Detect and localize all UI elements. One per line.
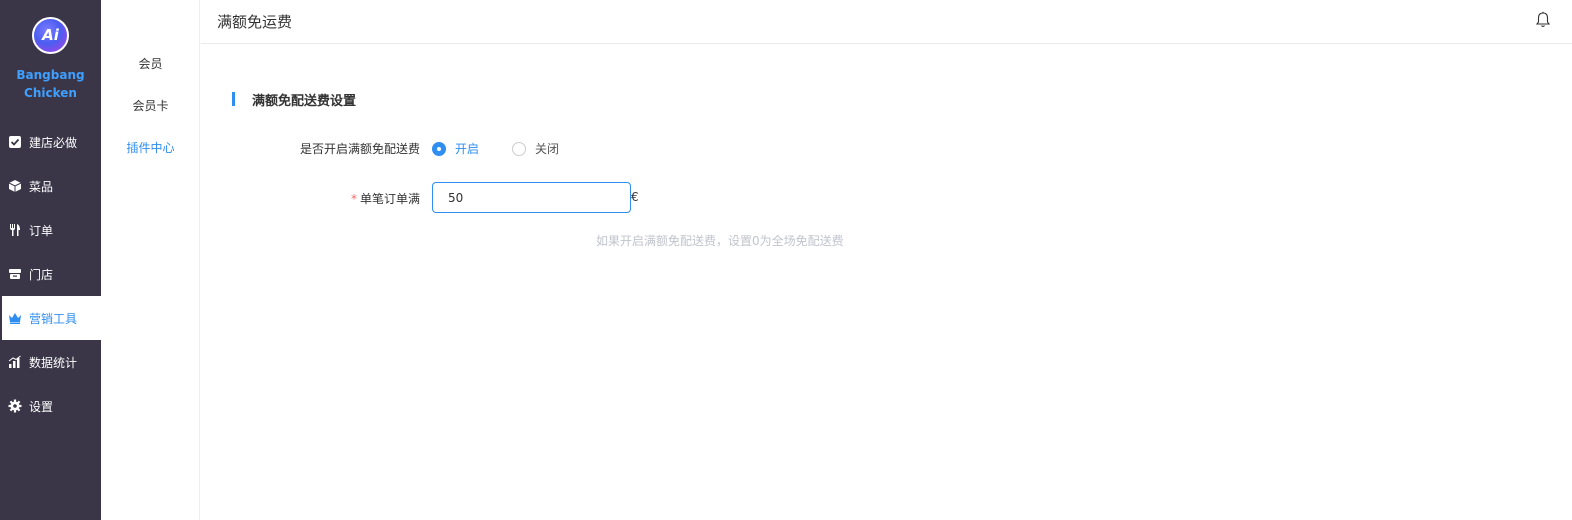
hint-text: 如果开启满额免配送费，设置0为全场免配送费 [596,234,844,248]
radio-enable-label: 开启 [455,142,480,156]
nav-item-marketing[interactable]: 营销工具 [2,296,101,340]
store-icon [8,267,22,281]
nav-item-dishes[interactable]: 菜品 [0,164,101,208]
threshold-label-wrap: * 单笔订单满 [300,190,420,207]
section-title-text: 满额免配送费设置 [252,93,357,109]
currency-symbol: € [631,190,639,204]
section-title: 满额免配送费设置 [232,91,357,109]
nav-item-settings[interactable]: 设置 [0,384,101,428]
gear-icon [8,399,22,413]
nav-item-store-setup[interactable]: 建店必做 [0,120,101,164]
radio-disable-label: 关闭 [535,142,560,156]
enable-label: 是否开启满额免配送费 [299,142,420,156]
nav-item-label: 建店必做 [29,135,78,150]
sub-menu: 会员 会员卡 插件中心 [101,0,200,520]
page-title: 满额免运费 [217,13,293,31]
sub-item-member-card[interactable]: 会员卡 [101,97,200,114]
checkbox-icon [8,135,22,149]
nav-item-stores[interactable]: 门店 [0,252,101,296]
nav-item-label: 菜品 [29,179,54,194]
main-nav: 建店必做 菜品 订单 门店 营销工具 数据统计 设置 [0,120,101,428]
chart-icon [8,355,22,369]
radio-enable-dot [432,141,446,156]
box-icon [8,179,22,193]
nav-item-orders[interactable]: 订单 [0,208,101,252]
nav-item-statistics[interactable]: 数据统计 [0,340,101,384]
brand-name-line1: Bangbang [16,68,85,82]
brand-name: Bangbang Chicken [0,66,101,102]
nav-item-label: 门店 [29,267,54,282]
threshold-input[interactable] [432,182,631,213]
threshold-label: 单笔订单满 [359,192,420,206]
brand-logo[interactable]: Ai [32,17,69,54]
cutlery-icon [8,223,22,237]
crown-icon [8,311,22,325]
radio-disable-dot [512,141,526,156]
app-root: Ai Bangbang Chicken 建店必做 菜品 订单 门店 营销工具 数… [0,0,1572,520]
radio-disable[interactable]: 关闭 [512,140,559,157]
nav-item-label: 订单 [29,223,54,238]
main-sidebar: Ai Bangbang Chicken 建店必做 菜品 订单 门店 营销工具 数… [0,0,101,520]
section-title-bar [232,92,235,106]
page-header: 满额免运费 [201,0,1572,44]
radio-enable[interactable]: 开启 [432,140,479,157]
sub-item-plugin-center[interactable]: 插件中心 [101,139,200,156]
brand-name-line2: Chicken [24,86,77,100]
nav-item-label: 营销工具 [29,311,78,326]
nav-item-label: 数据统计 [29,355,78,370]
nav-item-label: 设置 [29,399,54,414]
bell-icon[interactable] [1534,11,1552,29]
brand-block: Ai Bangbang Chicken [0,0,101,120]
sub-item-member[interactable]: 会员 [101,55,200,72]
required-mark: * [350,192,357,206]
